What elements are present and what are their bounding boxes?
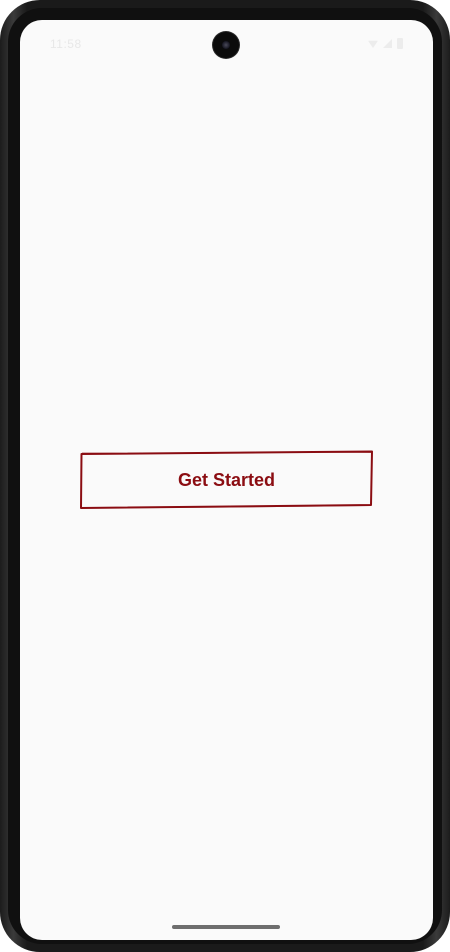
get-started-button[interactable]: Get Started	[80, 450, 373, 510]
status-time: 11:58	[50, 37, 82, 51]
front-camera	[213, 32, 239, 58]
device-frame: 11:58 Get Started	[0, 0, 450, 952]
status-bar: 11:58	[20, 20, 433, 68]
get-started-container: Get Started	[80, 450, 373, 510]
signal-icon	[383, 39, 392, 48]
home-indicator[interactable]	[172, 925, 280, 929]
phone-screen: 11:58 Get Started	[20, 20, 433, 940]
wifi-icon	[368, 40, 378, 48]
status-icons	[368, 38, 403, 49]
battery-icon	[397, 38, 403, 49]
